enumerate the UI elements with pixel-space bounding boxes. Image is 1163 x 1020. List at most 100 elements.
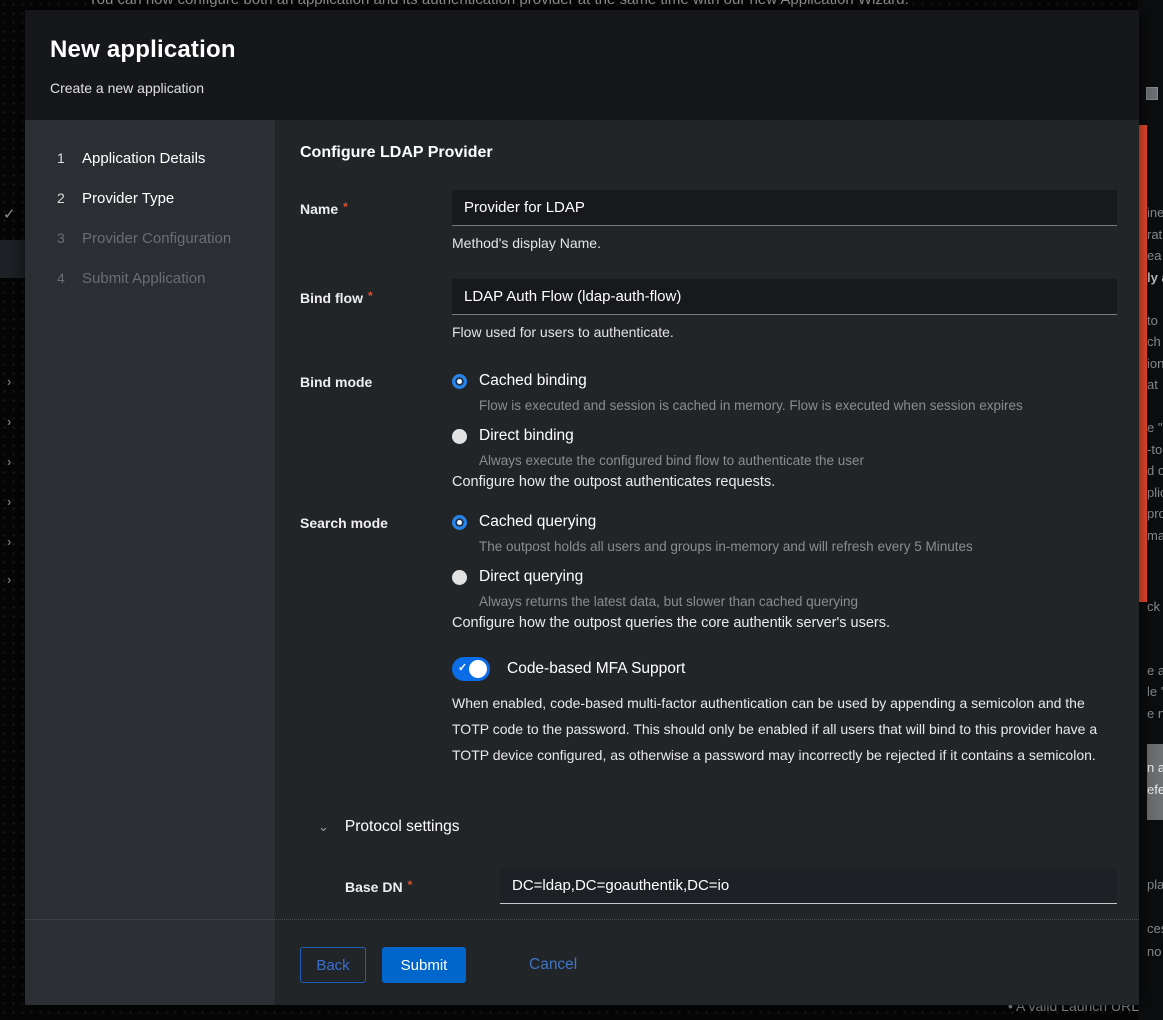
form-row-bind-flow: Bind flow* Flow used for users to authen… <box>300 279 1117 340</box>
form-row-base-dn: Base DN* <box>345 868 1117 904</box>
base-dn-input[interactable] <box>500 868 1117 904</box>
required-asterisk: * <box>368 289 373 303</box>
chevron-right-icon: › <box>7 414 11 429</box>
clipped-text-fragment: ces <box>1147 921 1163 936</box>
step-label: Submit Application <box>82 270 205 287</box>
required-asterisk: * <box>343 200 348 214</box>
form-row-bind-mode: Bind mode Cached binding Flow is execute… <box>300 372 1117 490</box>
clipped-text-fragment: e a <box>1147 663 1163 678</box>
clipped-text-fragment: ly a <box>1147 270 1163 285</box>
clipped-text-fragment: efe <box>1147 782 1163 797</box>
clipped-text-fragment: at <box>1147 377 1158 392</box>
form-row-mfa: ✓ Code-based MFA Support When enabled, c… <box>300 657 1117 768</box>
clipped-text-fragment: e "o <box>1147 420 1163 435</box>
protocol-settings-title: Protocol settings <box>345 818 460 836</box>
clipped-text-fragment: ck <box>1147 599 1160 614</box>
toggle-knob <box>469 660 487 678</box>
bind-mode-label: Bind mode <box>300 372 452 490</box>
clipped-text-fragment: ea <box>1147 248 1161 263</box>
clipped-text-fragment: d o <box>1147 463 1163 478</box>
background-gray-block: n a efe <box>1147 744 1163 820</box>
step-number: 1 <box>57 150 82 166</box>
modal-footer: Back Submit Cancel <box>300 947 577 983</box>
radio-cached-querying[interactable]: Cached querying <box>452 513 1117 531</box>
name-help: Method's display Name. <box>452 235 1117 251</box>
clipped-text-fragment: ch <box>1147 334 1161 349</box>
chevron-right-icon: › <box>7 572 11 587</box>
footer-divider <box>25 919 1139 920</box>
step-number: 3 <box>57 230 82 246</box>
modal-header: New application Create a new application <box>25 10 1139 120</box>
search-mode-label: Search mode <box>300 513 452 631</box>
clipped-text-fragment: pro <box>1147 506 1163 521</box>
bind-flow-help: Flow used for users to authenticate. <box>452 324 1117 340</box>
mfa-desc: When enabled, code-based multi-factor au… <box>452 690 1117 768</box>
step-application-details[interactable]: 1 Application Details <box>57 150 275 167</box>
clipped-text-fragment: -to <box>1147 442 1162 457</box>
radio-selected-icon[interactable] <box>452 374 467 389</box>
clipped-text-fragment: ion <box>1147 356 1163 371</box>
chevron-right-icon: › <box>7 454 11 469</box>
clipped-text-fragment: rat <box>1147 227 1162 242</box>
mfa-toggle-label: Code-based MFA Support <box>507 660 685 678</box>
check-icon: ✓ <box>3 205 16 223</box>
step-provider-type[interactable]: 2 Provider Type <box>57 190 275 207</box>
name-input[interactable] <box>452 190 1117 226</box>
new-application-modal: New application Create a new application… <box>25 10 1139 1005</box>
required-asterisk: * <box>408 878 413 892</box>
clipped-text-fragment: pla <box>1147 877 1163 892</box>
step-label: Provider Configuration <box>82 230 231 247</box>
bind-flow-label: Bind flow* <box>300 279 452 340</box>
chevron-right-icon: › <box>7 374 11 389</box>
modal-subtitle: Create a new application <box>50 80 1139 96</box>
wizard-content: Configure LDAP Provider Name* Method's d… <box>275 120 1139 1005</box>
radio-direct-querying[interactable]: Direct querying <box>452 568 1117 586</box>
clipped-text-fragment: no <box>1147 944 1161 959</box>
clipped-text-fragment: ine <box>1147 205 1163 220</box>
direct-binding-desc: Always execute the configured bind flow … <box>479 453 1117 468</box>
step-submit-application: 4 Submit Application <box>57 270 275 287</box>
direct-querying-desc: Always returns the latest data, but slow… <box>479 594 1117 609</box>
clipped-text-fragment: ma <box>1147 528 1163 543</box>
radio-cached-binding[interactable]: Cached binding <box>452 372 1117 390</box>
name-label: Name* <box>300 190 452 251</box>
chevron-right-icon: › <box>7 534 11 549</box>
step-number: 4 <box>57 270 82 286</box>
radio-direct-binding[interactable]: Direct binding <box>452 427 1117 445</box>
clipped-text-fragment: to <box>1147 313 1158 328</box>
step-number: 2 <box>57 190 82 206</box>
cancel-link[interactable]: Cancel <box>529 947 577 983</box>
form-row-search-mode: Search mode Cached querying The outpost … <box>300 513 1117 631</box>
mfa-toggle[interactable]: ✓ <box>452 657 490 681</box>
bind-mode-help: Configure how the outpost authenticates … <box>452 474 1117 490</box>
clipped-text-fragment: e n <box>1147 706 1163 721</box>
step-label: Provider Type <box>82 190 174 207</box>
modal-scrollbar-orange[interactable] <box>1139 125 1147 602</box>
form-heading: Configure LDAP Provider <box>300 144 1117 162</box>
chevron-down-icon: ⌄ <box>318 819 329 835</box>
bind-flow-input[interactable] <box>452 279 1117 315</box>
search-mode-help: Configure how the outpost queries the co… <box>452 615 1117 631</box>
form-row-name: Name* Method's display Name. <box>300 190 1117 251</box>
back-button[interactable]: Back <box>300 947 366 983</box>
step-provider-configuration: 3 Provider Configuration <box>57 230 275 247</box>
clipped-text-fragment: n a <box>1147 760 1163 775</box>
submit-button[interactable]: Submit <box>382 947 466 983</box>
cached-binding-desc: Flow is executed and session is cached i… <box>479 398 1117 413</box>
scrollbar-thumb[interactable] <box>1146 87 1158 100</box>
mfa-label-spacer <box>300 657 452 768</box>
clipped-text-fragment: plic <box>1147 485 1163 500</box>
step-label: Application Details <box>82 150 205 167</box>
chevron-right-icon: › <box>7 494 11 509</box>
background-selected-row <box>0 240 25 278</box>
protocol-settings-header[interactable]: ⌄ Protocol settings <box>318 818 1117 836</box>
modal-title: New application <box>50 36 1139 64</box>
wizard-banner-text: You can now configure both an applicatio… <box>88 0 909 8</box>
radio-unselected-icon[interactable] <box>452 570 467 585</box>
cached-querying-desc: The outpost holds all users and groups i… <box>479 539 1117 554</box>
radio-selected-icon[interactable] <box>452 515 467 530</box>
base-dn-label: Base DN* <box>345 868 500 904</box>
radio-unselected-icon[interactable] <box>452 429 467 444</box>
clipped-text-fragment: le ' <box>1147 684 1163 699</box>
wizard-steps-nav: 1 Application Details 2 Provider Type 3 … <box>25 120 275 1005</box>
